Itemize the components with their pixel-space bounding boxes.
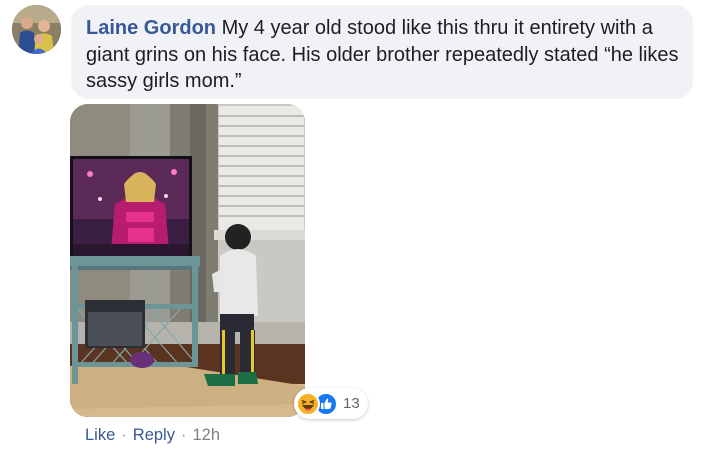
separator: · (180, 426, 187, 444)
haha-icon (296, 391, 320, 416)
reaction-count: 13 (343, 395, 360, 412)
reaction-summary[interactable]: 13 (294, 388, 368, 419)
reply-button[interactable]: Reply (133, 426, 175, 445)
commenter-avatar[interactable] (12, 5, 61, 54)
timestamp-link[interactable]: 12h (192, 426, 220, 445)
comment-body: Laine Gordon My 4 year old stood like th… (86, 15, 679, 95)
separator: · (121, 426, 127, 444)
comment-actions: Like · Reply · 12h (85, 426, 220, 445)
like-button[interactable]: Like (85, 426, 115, 445)
comment-photo[interactable] (70, 104, 305, 417)
comment-bubble: Laine Gordon My 4 year old stood like th… (71, 5, 693, 99)
comment-author-link[interactable]: Laine Gordon (86, 17, 216, 39)
